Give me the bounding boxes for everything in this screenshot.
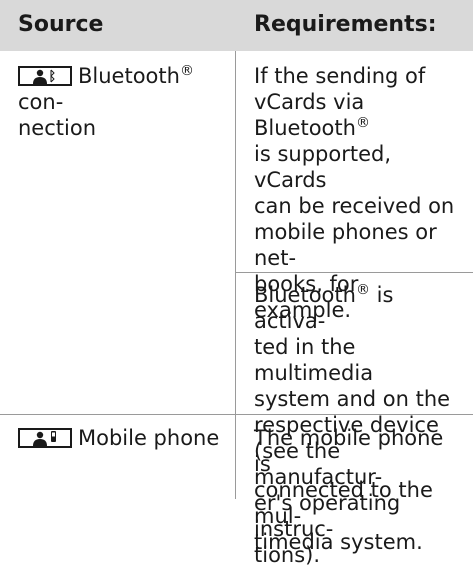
table-row-source-mobile-phone: Mobile phone [18, 425, 230, 451]
registered-mark: ® [179, 63, 194, 79]
contact-mobile-phone-icon [18, 428, 72, 448]
table-row-source-bluetooth: Bluetooth® con- nection [18, 63, 194, 140]
bluetooth-label: Bluetooth [78, 64, 180, 88]
table-header: Source Requirements: [0, 0, 473, 51]
column-header-source: Source [18, 12, 104, 37]
column-divider [235, 51, 236, 499]
table-row-requirements-mobile-phone: The mobile phone is connected to the mul… [254, 426, 444, 554]
requirements-table: Source Requirements: Bluetooth® con- nec… [0, 0, 473, 567]
contact-bluetooth-icon [18, 66, 72, 86]
column-header-requirements: Requirements: [254, 12, 437, 37]
mobile-phone-label: Mobile phone [78, 426, 220, 450]
